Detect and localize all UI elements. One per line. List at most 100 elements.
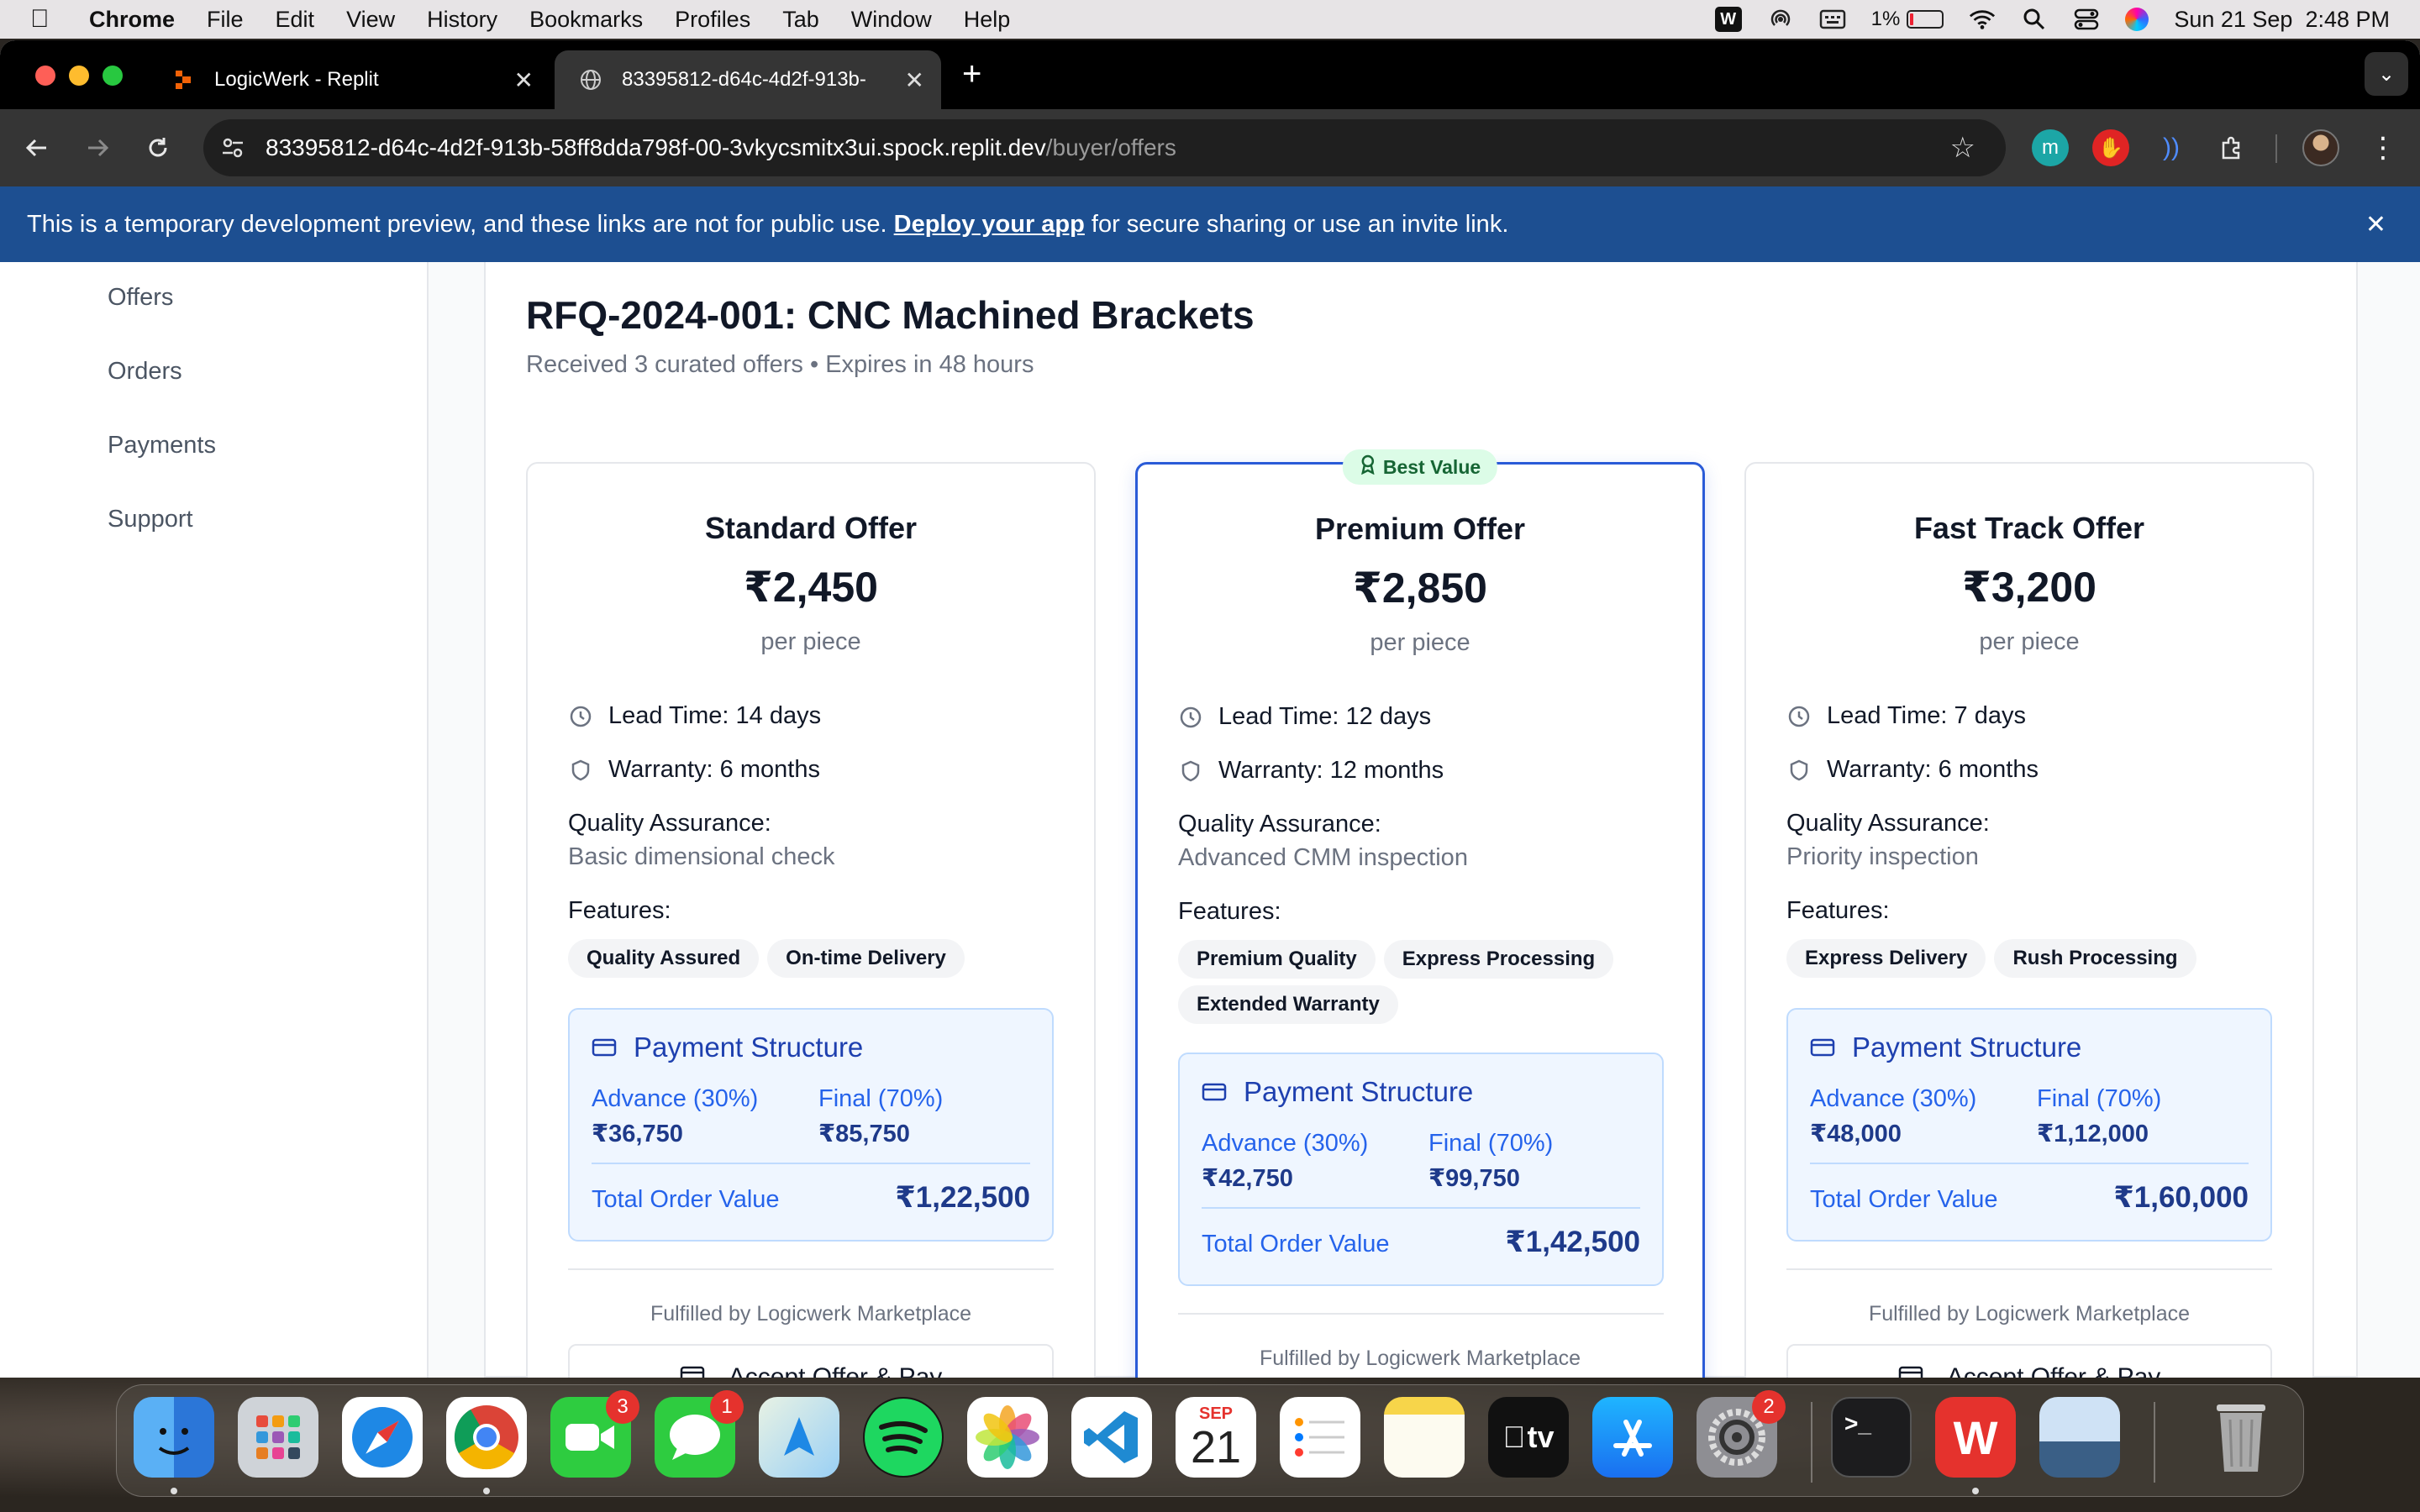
menu-history[interactable]: History [427,7,497,33]
quality-assurance-value: Advanced CMM inspection [1178,844,1468,871]
wps-status-icon[interactable]: W [1714,7,1742,32]
window-zoom-button[interactable] [103,66,123,86]
notes-icon[interactable] [1384,1397,1465,1478]
app-store-icon[interactable] [1592,1397,1673,1478]
terminal-icon[interactable]: >_ [1831,1397,1912,1478]
tab-close-icon[interactable]: ✕ [514,66,534,94]
system-settings-icon[interactable]: 2 [1697,1390,1786,1478]
calendar-icon[interactable]: SEP 21 [1176,1397,1256,1478]
finder-icon[interactable] [134,1397,214,1478]
menu-view[interactable]: View [346,7,395,33]
messages-icon[interactable]: 1 [655,1390,744,1478]
menu-tab[interactable]: Tab [782,7,819,33]
rfq-subtitle: Received 3 curated offers • Expires in 4… [526,351,1034,378]
spotlight-search-icon[interactable] [2021,8,2048,31]
sidebar-item-orders[interactable]: Orders [108,358,182,386]
deploy-app-link[interactable]: Deploy your app [894,211,1085,239]
new-tab-plus-icon[interactable]: + [962,55,981,93]
clock-icon [1786,704,1812,729]
final-amount: ₹85,750 [818,1121,910,1147]
maps-icon[interactable] [759,1397,839,1478]
wps-office-icon[interactable]: W [1935,1397,2016,1478]
accept-offer-button[interactable]: Accept Offer & Pay [568,1344,1054,1378]
vscode-icon[interactable] [1071,1397,1152,1478]
window-close-button[interactable] [35,66,55,86]
banner-close-icon[interactable]: ✕ [2365,210,2386,239]
feature-chip: Express Processing [1383,940,1614,979]
menu-bookmarks[interactable]: Bookmarks [529,7,643,33]
chrome-dock-icon[interactable] [446,1397,527,1478]
payment-structure-label: Payment Structure [1244,1076,1474,1107]
photos-icon[interactable] [967,1397,1048,1478]
warranty-row: Warranty: 6 months [568,756,820,784]
spotify-icon[interactable] [863,1397,944,1478]
shield-icon [1178,759,1203,784]
best-value-badge: Best Value [1342,449,1498,485]
reload-icon[interactable] [138,128,178,168]
battery-status[interactable]: 1% [1871,8,1944,31]
menu-profiles[interactable]: Profiles [675,7,750,33]
page-title: RFQ-2024-001: CNC Machined Brackets [526,293,1255,337]
apple-menu-icon[interactable]:  [30,5,64,34]
trash-icon[interactable] [2201,1397,2281,1478]
window-minimize-button[interactable] [69,66,89,86]
siri-icon[interactable] [2125,8,2149,31]
address-bar[interactable]: 83395812-d64c-4d2f-913b-58ff8dda798f-00-… [203,119,2006,176]
sidebar-item-payments[interactable]: Payments [108,432,216,459]
extension-stop-hand-icon[interactable]: ✋ [2092,129,2129,166]
menu-file[interactable]: File [207,7,244,33]
extension-wave-icon[interactable]: )) [2153,129,2190,166]
chrome-menu-kebab-icon[interactable]: ⋮ [2365,129,2402,166]
accept-offer-button[interactable]: Accept Offer & Pay [1786,1344,2272,1378]
total-label: Total Order Value [592,1186,780,1213]
offer-name: Standard Offer [704,511,918,545]
feature-chip: Rush Processing [1994,939,2196,978]
advance-label: Advance (30%) [1202,1130,1369,1157]
safari-icon[interactable] [342,1397,423,1478]
calendar-day: 21 [1190,1421,1242,1473]
reminders-icon[interactable] [1280,1397,1360,1478]
site-settings-icon[interactable] [218,134,247,162]
wifi-icon[interactable] [1969,8,1996,31]
feature-chip: Quality Assured [568,939,760,978]
banner-text-before: This is a temporary development preview,… [27,210,894,238]
tab-search-chevron-icon[interactable]: ⌄ [2365,52,2408,96]
extensions-puzzle-icon[interactable] [2213,129,2250,166]
offer-card: Standard Offer ₹2,450 per piece Lead Time: … [526,462,1096,1378]
profile-avatar[interactable] [2302,129,2339,166]
warranty: Warranty: 6 months [608,756,820,783]
features-label: Features: [1786,897,1890,924]
sidebar-item-offers[interactable]: Offers [108,284,173,312]
feature-chips: Express Delivery Rush Processing [1786,939,2282,978]
airdrop-status-icon[interactable] [1767,8,1794,31]
extension-m-icon[interactable]: m [2032,129,2069,166]
menu-window[interactable]: Window [851,7,932,33]
apple-tv-text: tv [1515,1420,1554,1454]
bookmark-star-icon[interactable]: ☆ [1950,131,1975,165]
tab-active-preview[interactable]: 83395812-d64c-4d2f-913b- ✕ [555,50,941,109]
card-divider [1786,1268,2272,1270]
lead-time-row: Lead Time: 14 days [568,702,821,730]
menu-help[interactable]: Help [964,7,1011,33]
tab-logicwerk-replit[interactable]: LogicWerk - Replit ✕ [147,50,550,109]
apple-tv-icon[interactable]: tv [1488,1397,1569,1478]
facetime-icon[interactable]: 3 [550,1390,639,1478]
preview-app-icon[interactable] [2039,1397,2120,1478]
advance-amount: ₹42,750 [1202,1165,1293,1192]
menu-edit[interactable]: Edit [276,7,315,33]
payment-structure-box: Payment Structure Advance (30%) ₹42,750 Fin… [1178,1053,1664,1286]
keyboard-status-icon[interactable] [1819,8,1846,31]
sidebar-item-support[interactable]: Support [108,506,193,533]
feature-chip: On-time Delivery [767,939,965,978]
tab-close-icon[interactable]: ✕ [905,66,924,94]
dev-preview-banner: This is a temporary development preview,… [0,186,2420,262]
lead-time: Lead Time: 12 days [1218,703,1432,730]
back-arrow-icon[interactable] [17,128,57,168]
clock-icon [568,704,593,729]
launchpad-icon[interactable] [238,1397,318,1478]
control-center-icon[interactable] [2073,8,2100,31]
menu-bar-clock[interactable]: Sun 21 Sep 2:48 PM [2174,7,2390,33]
forward-arrow-icon[interactable] [77,128,118,168]
menu-app-chrome[interactable]: Chrome [89,7,175,33]
menu-bar-status-area: W 1% Sun 21 Sep 2:48 PM [1714,0,2390,39]
